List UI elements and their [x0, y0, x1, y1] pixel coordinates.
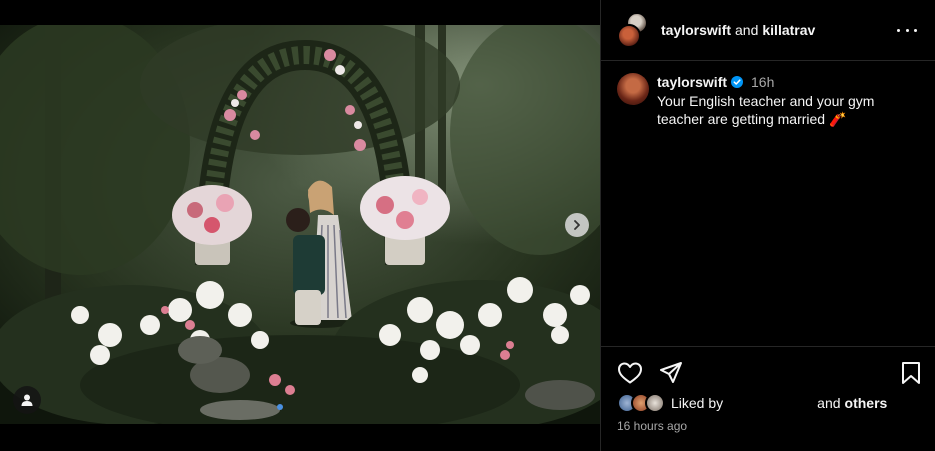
post-side-panel: taylorswift and killatrav taylorswift 16…	[600, 0, 935, 451]
liked-by-label: Liked by	[671, 395, 724, 411]
action-icons	[617, 361, 921, 387]
chevron-right-icon	[574, 220, 580, 230]
header-username-1[interactable]: taylorswift	[661, 22, 731, 38]
carousel-dot-active	[277, 404, 283, 410]
more-dot	[897, 28, 900, 32]
bookmark-icon[interactable]	[901, 361, 921, 385]
header-username-2[interactable]: killatrav	[762, 22, 815, 38]
share-icon[interactable]	[659, 361, 683, 385]
liker-avatar	[645, 393, 665, 413]
caption-text: Your English teacher and your gym teache…	[657, 93, 875, 127]
caption-meta: taylorswift 16h	[657, 73, 902, 91]
post-photo[interactable]	[0, 25, 600, 424]
post-header: taylorswift and killatrav	[601, 0, 935, 61]
post-timestamp[interactable]: 16 hours ago	[617, 419, 687, 433]
more-dot	[914, 28, 917, 32]
caption-age[interactable]: 16h	[751, 73, 774, 91]
post-actions: Liked by and others 16 hours ago	[601, 346, 935, 451]
caption-body: taylorswift 16h Your English teacher and…	[657, 73, 902, 128]
avatar-taylorswift	[617, 24, 641, 48]
garden-proposal-image	[0, 25, 600, 424]
carousel-next-button[interactable]	[565, 213, 589, 237]
collab-avatars[interactable]	[617, 12, 653, 48]
liked-by-others-link[interactable]: others	[845, 395, 888, 411]
user-icon	[21, 394, 33, 406]
heart-icon[interactable]	[617, 361, 643, 385]
caption: taylorswift 16h Your English teacher and…	[601, 61, 935, 128]
post-media	[0, 0, 600, 451]
liked-by-and: and	[817, 395, 841, 411]
verified-badge-icon	[731, 76, 744, 88]
likes-summary: Liked by and others	[617, 393, 887, 413]
caption-username[interactable]: taylorswift	[657, 73, 727, 91]
header-joiner: and	[735, 22, 759, 38]
more-dot	[905, 28, 909, 32]
caption-avatar[interactable]	[617, 73, 649, 105]
carousel-indicator	[277, 404, 283, 410]
more-options-icon[interactable]	[897, 22, 917, 38]
liker-avatars[interactable]	[617, 393, 665, 413]
collab-names: taylorswift and killatrav	[661, 22, 815, 38]
tagged-users-button[interactable]	[13, 386, 41, 414]
